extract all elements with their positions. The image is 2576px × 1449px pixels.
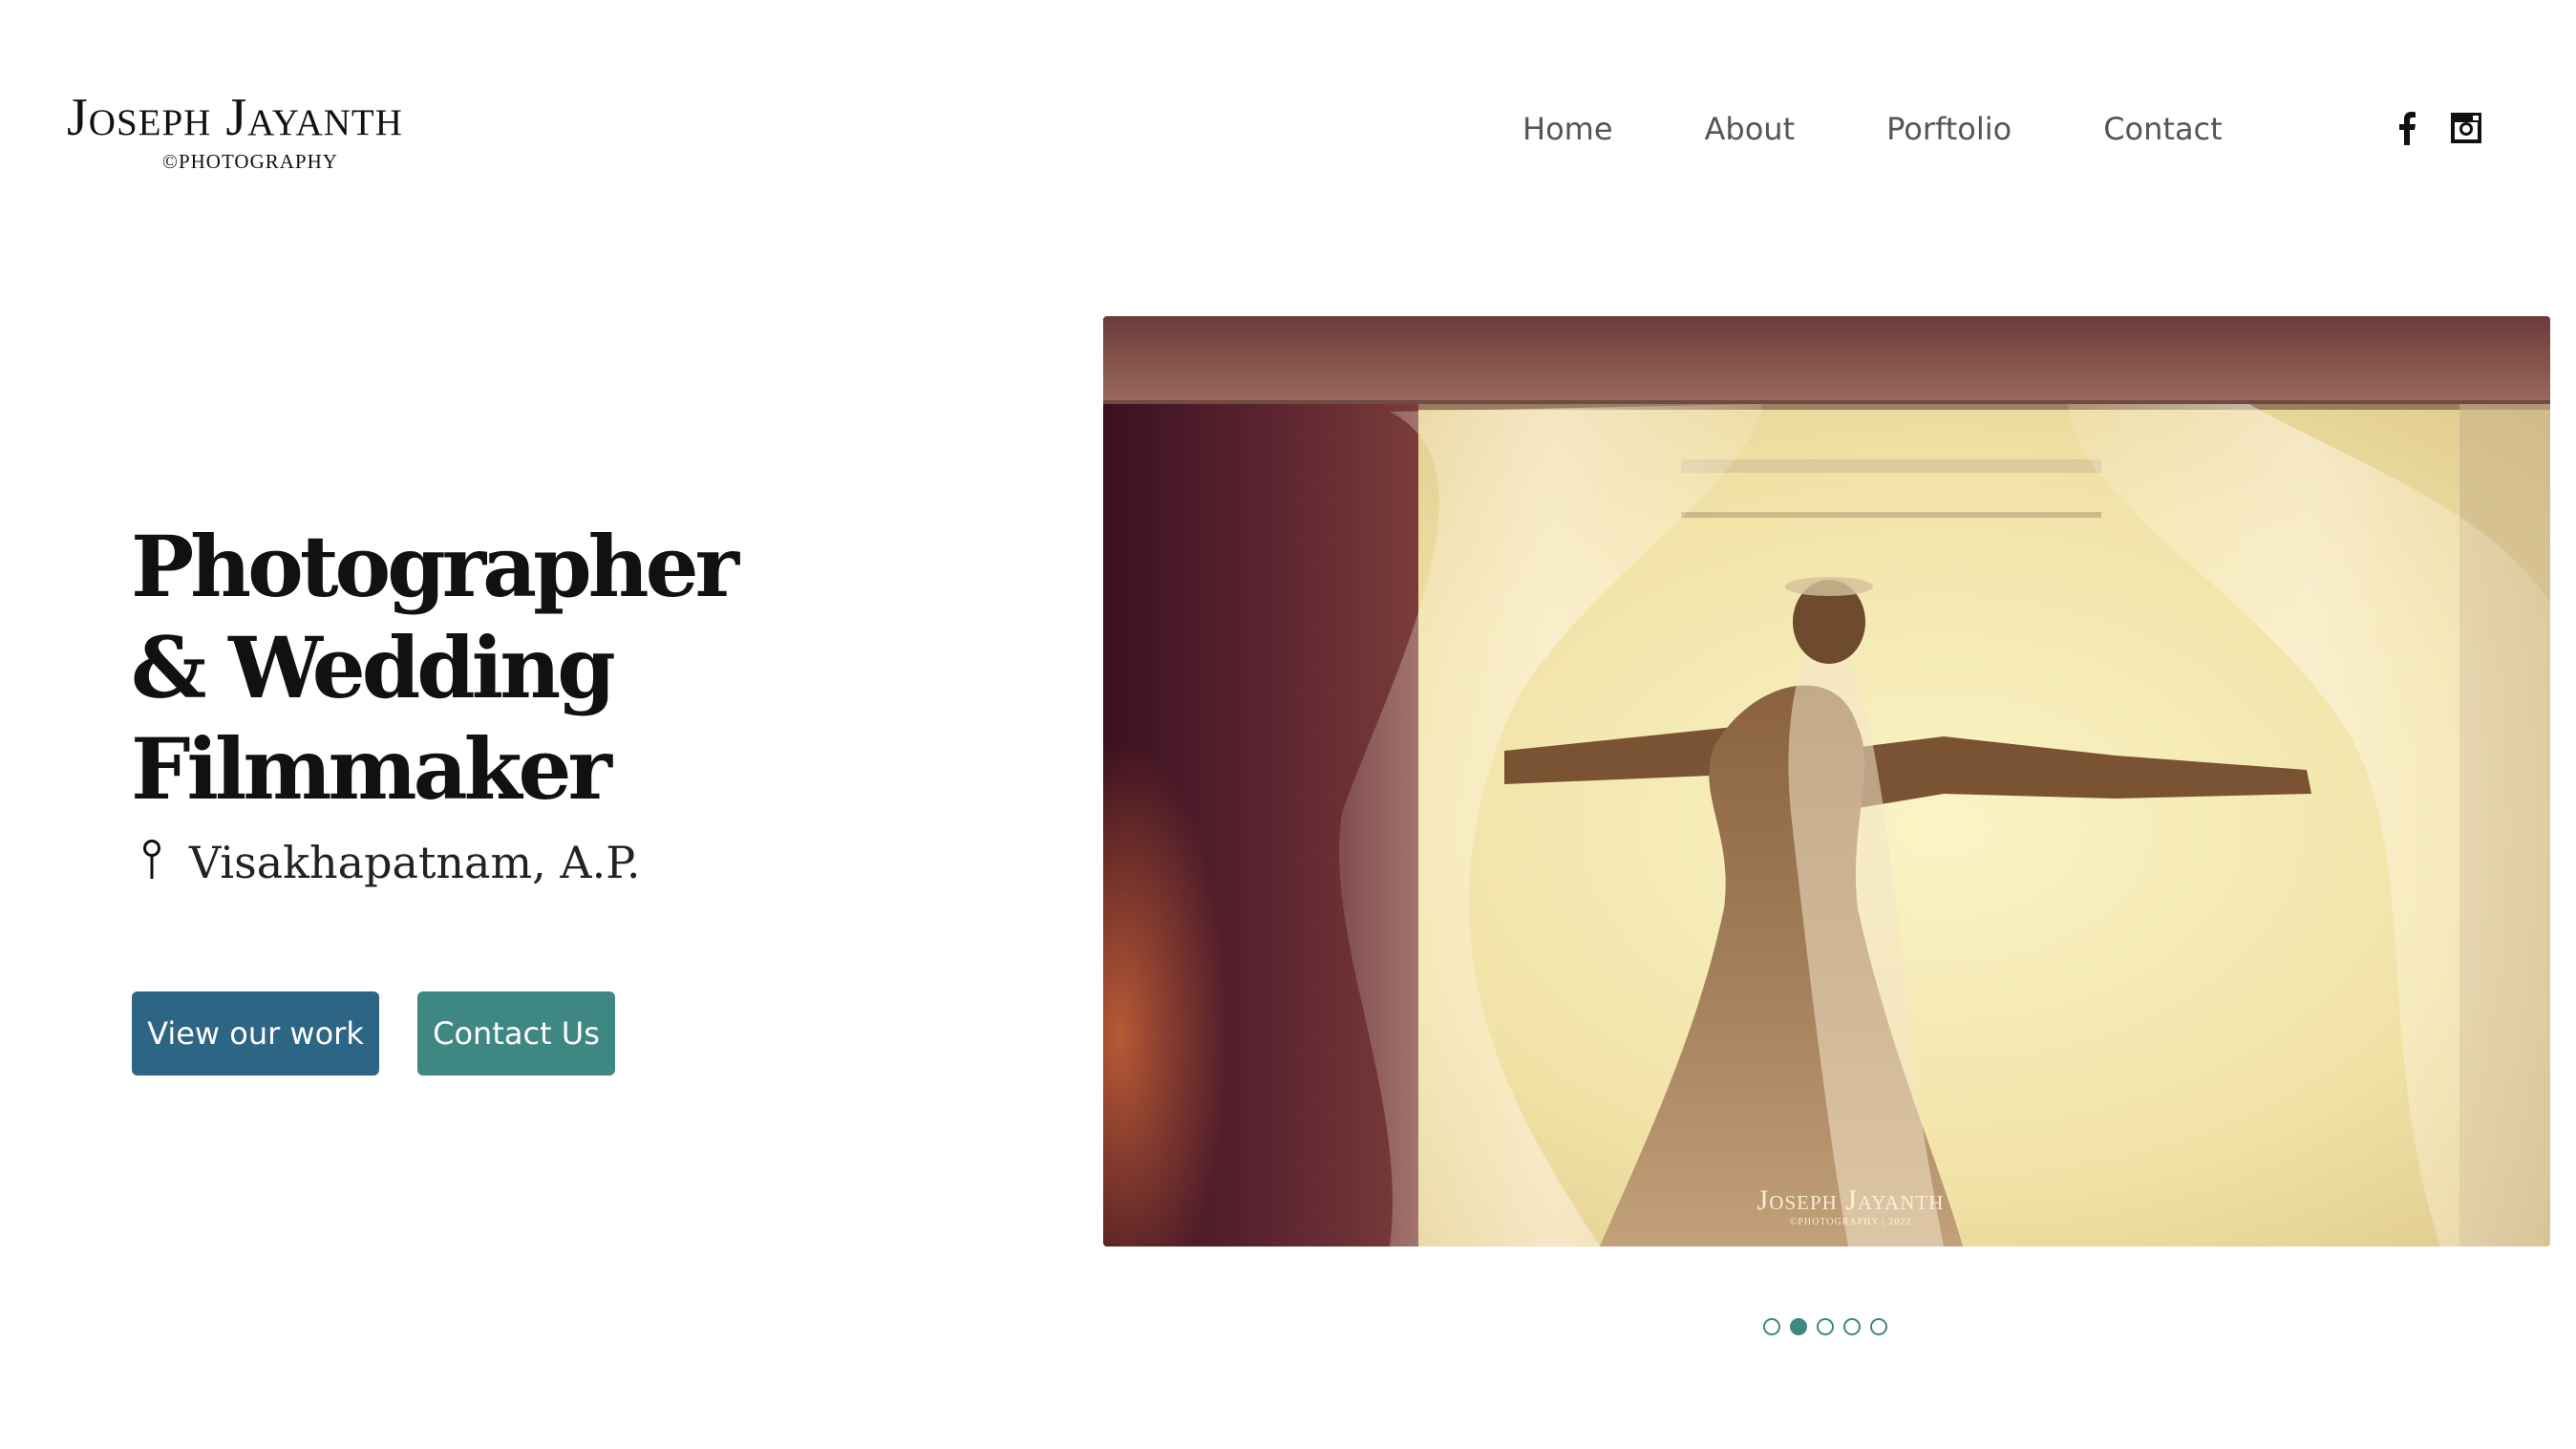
photo-watermark: Joseph Jayanth ©PHOTOGRAPHY | 2022 xyxy=(1103,1184,2550,1227)
slider-dot-3[interactable] xyxy=(1817,1318,1834,1335)
social-links xyxy=(2388,109,2485,147)
hero-title: Photographer & Wedding Filmmaker xyxy=(131,516,739,820)
slider-dot-5[interactable] xyxy=(1870,1318,1887,1335)
hero-slide-image[interactable]: Joseph Jayanth ©PHOTOGRAPHY | 2022 xyxy=(1103,316,2550,1247)
slider-dot-4[interactable] xyxy=(1843,1318,1861,1335)
nav-item-home[interactable]: Home xyxy=(1522,111,1613,147)
location-text: Visakhapatnam, A.P. xyxy=(189,837,641,888)
nav-item-portfolio[interactable]: Porftolio xyxy=(1886,111,2012,147)
facebook-icon[interactable] xyxy=(2388,109,2426,147)
contact-us-button[interactable]: Contact Us xyxy=(417,991,615,1076)
watermark-subtitle: ©PHOTOGRAPHY | 2022 xyxy=(1789,1217,1912,1227)
watermark-name: Joseph Jayanth xyxy=(1756,1184,1945,1216)
logo-name: Joseph Jayanth xyxy=(67,88,403,147)
nav-item-about[interactable]: About xyxy=(1705,111,1796,147)
view-our-work-button[interactable]: View our work xyxy=(132,991,379,1076)
location: Visakhapatnam, A.P. xyxy=(141,837,640,888)
instagram-icon[interactable] xyxy=(2447,109,2485,147)
main-nav: Home About Porftolio Contact xyxy=(1522,111,2223,147)
location-pin-icon xyxy=(141,839,162,887)
logo-tagline: ©PHOTOGRAPHY xyxy=(162,150,338,173)
slider-dot-2[interactable] xyxy=(1790,1318,1807,1335)
slider-dot-1[interactable] xyxy=(1763,1318,1780,1335)
hero-title-line-2: & Wedding xyxy=(131,618,616,717)
hero-title-line-1: Photographer xyxy=(131,517,739,616)
bride-window-photo xyxy=(1103,316,2550,1247)
site-logo[interactable]: Joseph Jayanth ©PHOTOGRAPHY xyxy=(67,91,516,174)
slider-pagination xyxy=(1763,1318,1887,1335)
hero-title-line-3: Filmmaker xyxy=(131,719,612,819)
nav-item-contact[interactable]: Contact xyxy=(2103,111,2223,147)
